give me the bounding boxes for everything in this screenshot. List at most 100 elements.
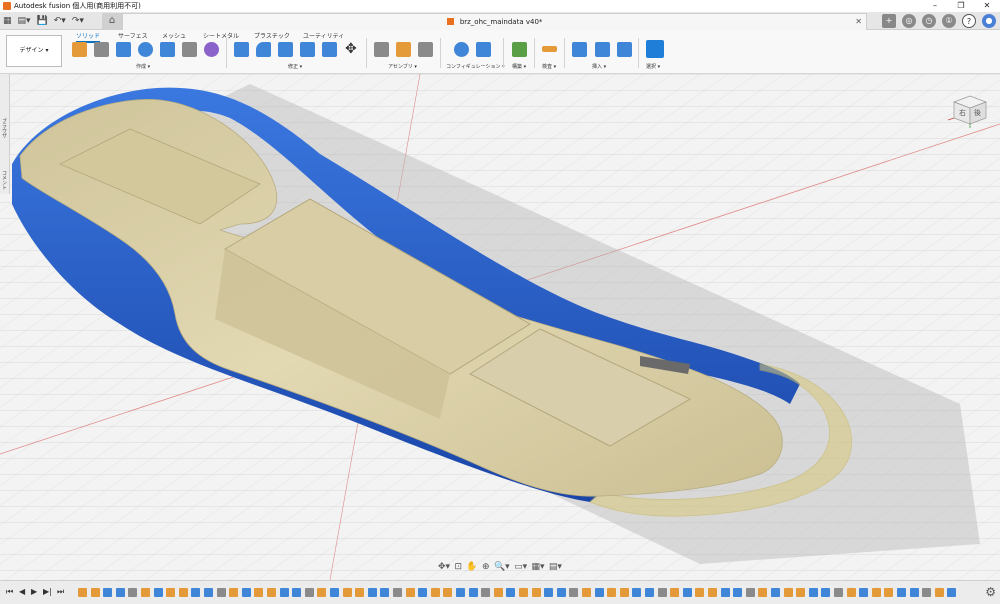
timeline-feature[interactable] [796, 588, 806, 597]
timeline-feature[interactable] [632, 588, 642, 597]
new-component-icon[interactable] [72, 42, 87, 57]
zoom-icon[interactable]: ⊕ [482, 562, 490, 572]
timeline-feature[interactable] [254, 588, 264, 597]
tab-plastic[interactable]: プラスチック [254, 31, 290, 40]
timeline-feature[interactable] [745, 588, 755, 597]
timeline-feature[interactable] [582, 588, 591, 597]
timeline-feature[interactable] [267, 588, 276, 597]
display-icon[interactable]: ▭▾ [514, 562, 527, 572]
grid-icon[interactable]: ▦ [3, 16, 12, 26]
timeline-feature[interactable] [569, 588, 579, 597]
timeline-feature[interactable] [178, 588, 188, 597]
plus-icon[interactable]: + [882, 14, 896, 28]
pattern-icon[interactable] [182, 42, 197, 57]
canvas-icon[interactable] [617, 42, 632, 57]
3d-viewport[interactable] [0, 74, 1000, 580]
timeline-feature[interactable] [531, 588, 541, 597]
timeline-feature[interactable] [279, 588, 289, 597]
group-modify[interactable]: 修正 ▾ [288, 63, 302, 70]
fillet-icon[interactable] [256, 42, 271, 57]
timeline-feature[interactable] [393, 588, 402, 597]
help-icon[interactable]: ? [962, 14, 976, 28]
select-icon[interactable] [646, 40, 664, 58]
home-icon[interactable]: ⌂ [102, 13, 122, 29]
timeline-feature[interactable] [519, 588, 528, 597]
group-inspect[interactable]: 検査 ▾ [542, 63, 556, 70]
timeline-feature[interactable] [216, 588, 226, 597]
timeline-feature[interactable] [670, 588, 680, 597]
move-icon[interactable]: ✥ [345, 42, 360, 57]
close-icon[interactable]: ✕ [974, 0, 1000, 12]
group-create[interactable]: 作成 ▾ [136, 63, 150, 70]
insert-derive-icon[interactable] [572, 42, 587, 57]
viewport-canvas[interactable] [0, 74, 1000, 580]
timeline-feature[interactable] [128, 588, 138, 597]
tab-close-icon[interactable]: ✕ [855, 14, 862, 30]
group-assemble[interactable]: アセンブリ ▾ [388, 63, 417, 70]
timeline-feature[interactable] [292, 588, 302, 597]
timeline-feature[interactable] [682, 588, 692, 597]
look-at-icon[interactable]: ⊡ [454, 562, 462, 572]
timeline-feature[interactable] [317, 588, 327, 597]
hole-icon[interactable] [160, 42, 175, 57]
timeline-feature[interactable] [443, 588, 453, 597]
timeline-feature[interactable] [90, 588, 100, 597]
grid-settings-icon[interactable]: ▦▾ [531, 562, 544, 572]
timeline-forward-icon[interactable]: ▶| [43, 587, 52, 596]
timeline-feature[interactable] [544, 588, 554, 597]
timeline-feature[interactable] [493, 588, 503, 597]
pan-icon[interactable]: ✋ [466, 562, 477, 572]
timeline-feature[interactable] [871, 588, 881, 597]
settings-icon[interactable]: ⚙ [985, 585, 996, 599]
timeline-feature[interactable] [834, 588, 843, 597]
redo-icon[interactable]: ↷▾ [72, 16, 84, 26]
timeline-play-icon[interactable]: ▶ [31, 587, 37, 596]
timeline-feature[interactable] [922, 588, 932, 597]
timeline-feature[interactable] [909, 588, 919, 597]
tab-sheetmetal[interactable]: シートメタル [203, 31, 239, 40]
browser-panel-collapsed[interactable]: ブラウザ コメント [0, 74, 10, 194]
joint-icon[interactable] [374, 42, 389, 57]
file-icon[interactable]: ▤▾ [18, 16, 31, 26]
create-sketch-icon[interactable] [94, 42, 109, 57]
timeline-feature[interactable] [481, 588, 491, 597]
form-icon[interactable] [204, 42, 219, 57]
timeline-feature[interactable] [708, 588, 717, 597]
tab-utilities[interactable]: ユーティリティ [303, 31, 344, 40]
timeline-feature[interactable] [456, 588, 465, 597]
timeline-feature[interactable] [430, 588, 440, 597]
timeline-feature[interactable] [846, 588, 856, 597]
timeline-feature[interactable] [304, 588, 314, 597]
avatar[interactable]: ● [982, 14, 996, 28]
timeline-feature[interactable] [594, 588, 604, 597]
timeline-feature[interactable] [191, 588, 201, 597]
zoom-window-icon[interactable]: 🔍▾ [494, 562, 510, 572]
timeline-feature[interactable] [645, 588, 654, 597]
extrude-icon[interactable] [116, 42, 131, 57]
timeline-feature[interactable] [859, 588, 869, 597]
document-tab[interactable]: brz_ohc_maindata v40* ✕ [122, 13, 867, 30]
extensions-icon[interactable]: ◎ [902, 14, 916, 28]
timeline-back-icon[interactable]: ◀ [19, 587, 25, 596]
timeline-feature[interactable] [405, 588, 415, 597]
timeline-feature[interactable] [695, 588, 705, 597]
timeline-feature[interactable] [166, 588, 176, 597]
group-configure[interactable]: コンフィギュレーション ▾ [446, 63, 505, 70]
group-insert[interactable]: 挿入 ▾ [592, 63, 606, 70]
workspace-switcher[interactable]: デザイン ▾ [6, 35, 62, 67]
timeline-feature[interactable] [808, 588, 818, 597]
joint-origin-icon[interactable] [418, 42, 433, 57]
notifications-icon[interactable]: ① [942, 14, 956, 28]
timeline-feature[interactable] [947, 588, 957, 597]
tab-surface[interactable]: サーフェス [118, 31, 148, 40]
undo-icon[interactable]: ↶▾ [54, 16, 66, 26]
configure-icon[interactable] [454, 42, 469, 57]
view-cube[interactable]: 右 後 [940, 92, 990, 128]
timeline-feature[interactable] [418, 588, 428, 597]
timeline-feature[interactable] [783, 588, 793, 597]
timeline-feature[interactable] [115, 588, 125, 597]
timeline-feature[interactable] [506, 588, 516, 597]
timeline-feature[interactable] [607, 588, 617, 597]
press-pull-icon[interactable] [234, 42, 249, 57]
timeline-feature[interactable] [355, 588, 365, 597]
